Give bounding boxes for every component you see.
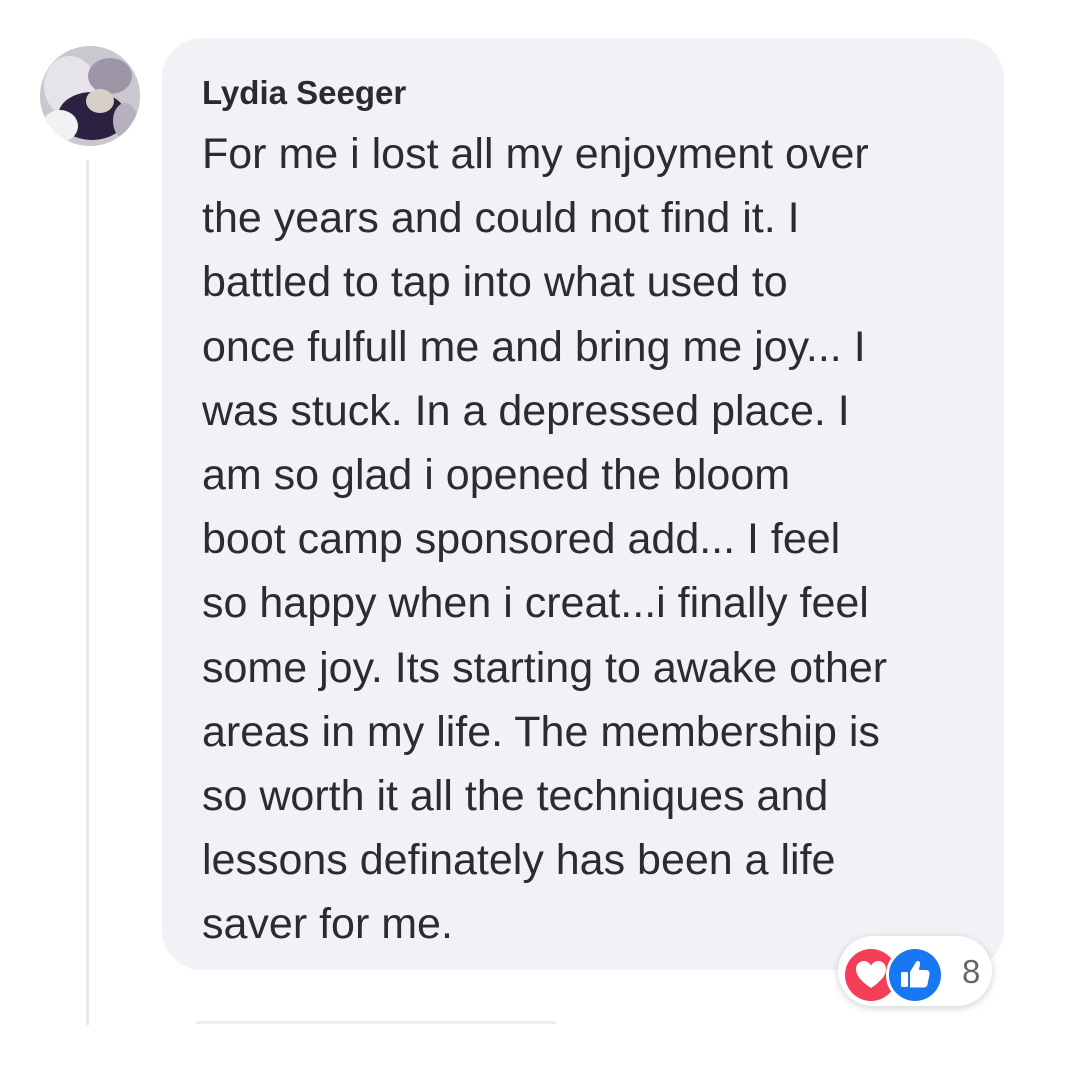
thread-line [86, 160, 89, 1025]
comment-bubble: Lydia Seeger For me i lost all my enjoym… [162, 38, 1004, 970]
avatar-photo [40, 46, 140, 146]
reaction-count: 8 [962, 953, 981, 990]
avatar[interactable] [40, 46, 140, 146]
actions-row-placeholder [196, 1021, 556, 1024]
comment-author[interactable]: Lydia Seeger [202, 74, 974, 112]
comment-text: For me i lost all my enjoyment over the … [202, 130, 888, 949]
reactions-summary[interactable]: 8 [838, 936, 992, 1006]
thumbs-up-icon [889, 949, 941, 1001]
like-reaction [886, 946, 944, 1004]
